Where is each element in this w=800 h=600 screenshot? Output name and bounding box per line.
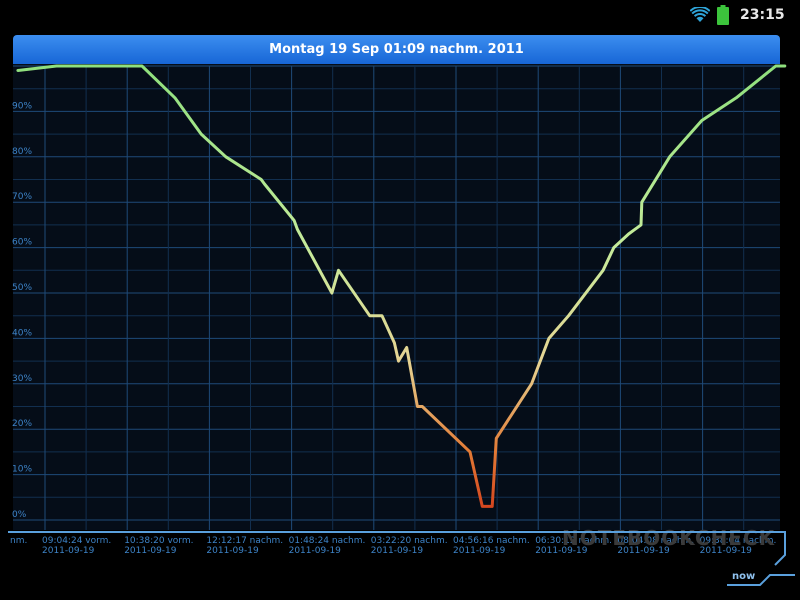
x-tick-date: 2011-09-19 [124,546,177,556]
y-tick-label: 50% [12,283,32,293]
x-tick-label: 10:38:20 vorm. [124,536,193,546]
y-tick-label: 80% [12,147,32,157]
y-tick-label: 10% [12,465,32,475]
y-tick-label: 0% [12,510,27,520]
x-tick-date: 2011-09-19 [206,546,259,556]
y-tick-label: 90% [12,101,32,111]
y-tick-label: 40% [12,328,32,338]
x-tick-label: nm. [10,536,27,546]
y-tick-label: 30% [12,374,32,384]
now-label: now [732,571,755,582]
x-tick-label: 03:22:20 nachm. [371,536,448,546]
x-tick-label: 01:48:24 nachm. [289,536,366,546]
y-tick-label: 20% [12,419,32,429]
x-tick-date: 2011-09-19 [453,546,506,556]
x-tick-date: 2011-09-19 [289,546,342,556]
y-tick-label: 60% [12,238,32,248]
x-tick-label: 12:12:17 nachm. [206,536,283,546]
x-tick-label: 09:04:24 vorm. [42,536,111,546]
y-tick-label: 70% [12,192,32,202]
battery-chart: 0% 10% 20% 30% 40% 50% 60% 70% 80% 90% nm. 09:04:2… [8,64,795,586]
x-tick-label: 04:56:16 nachm. [453,536,530,546]
x-tick-date: 2011-09-19 [371,546,424,556]
watermark: NOTEBOOKCHECK [562,526,776,550]
x-tick-date: 2011-09-19 [42,546,95,556]
